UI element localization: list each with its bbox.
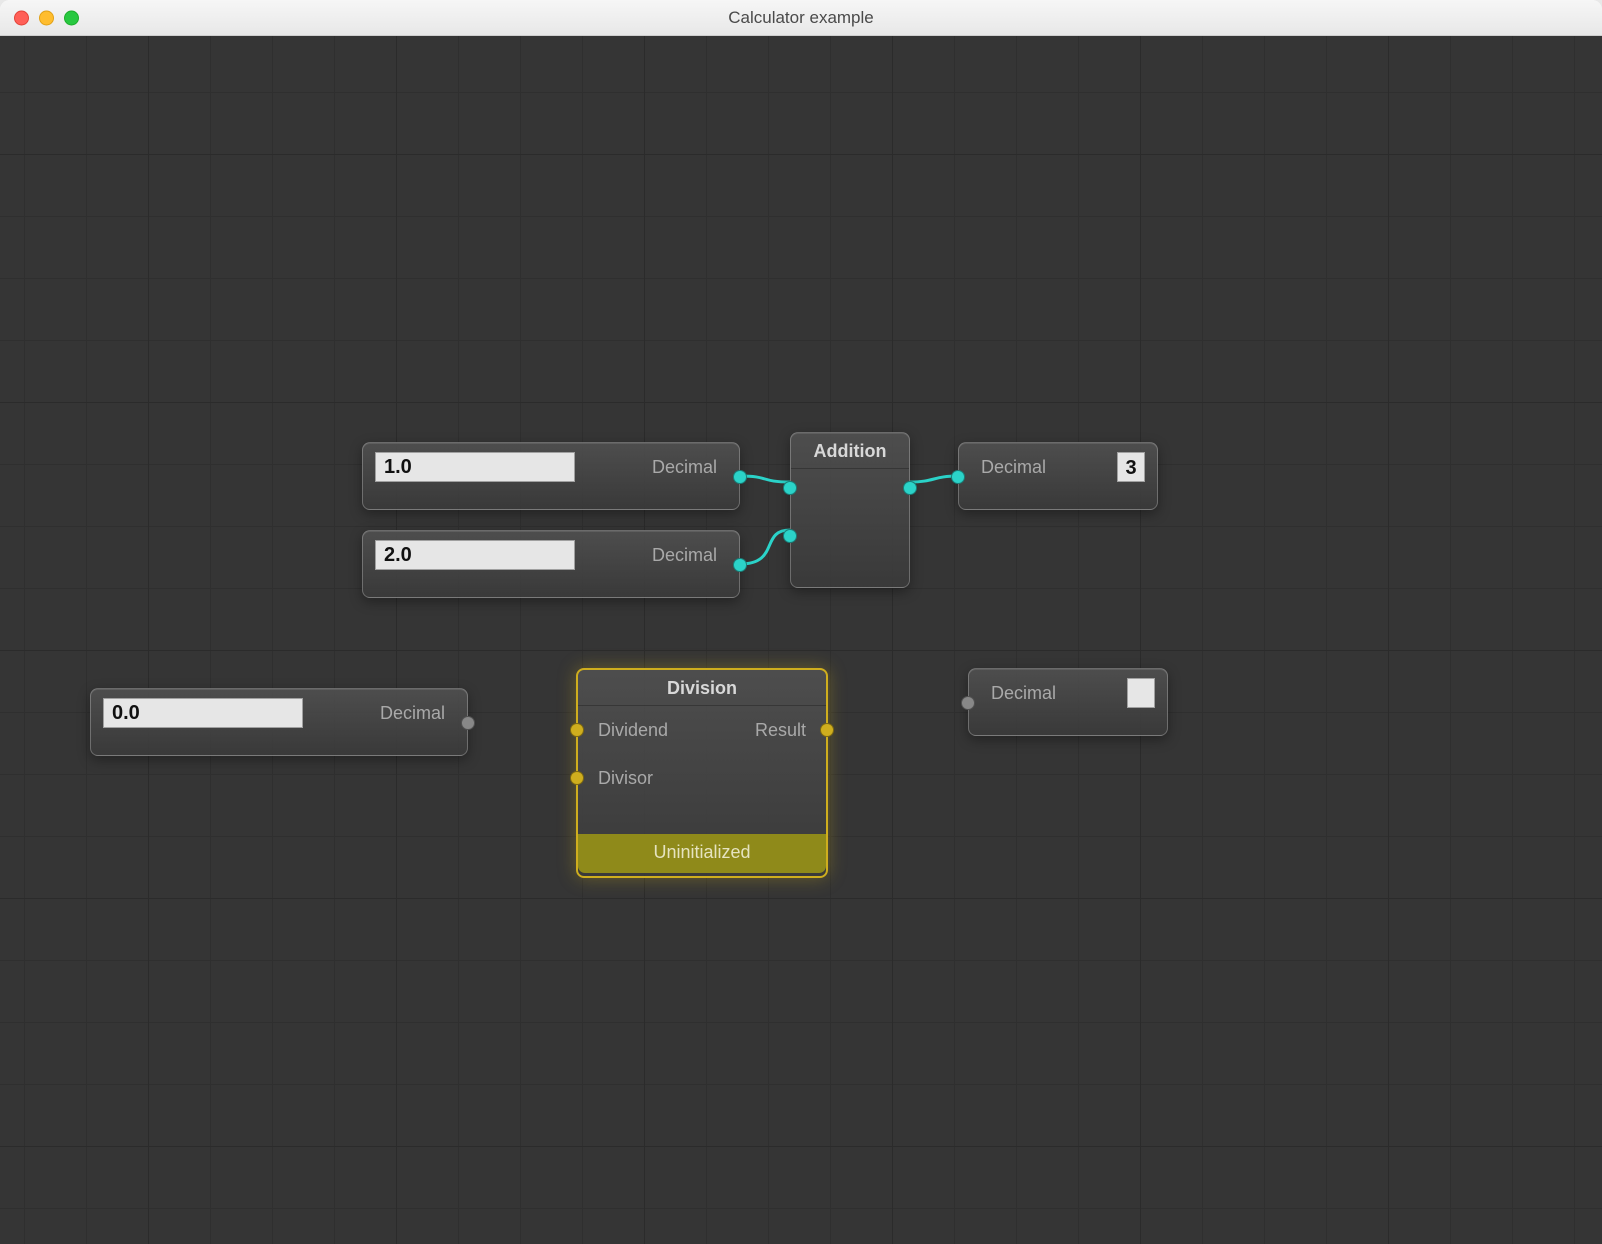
decimal-output-2-value xyxy=(1127,678,1155,708)
decimal-input-1-field[interactable] xyxy=(375,452,575,482)
input-port-label: Decimal xyxy=(981,457,1046,478)
output-port[interactable] xyxy=(733,558,747,572)
app-window: Calculator example Decimal Decima xyxy=(0,0,1602,1244)
input-port-label: Decimal xyxy=(991,683,1056,704)
input-port[interactable] xyxy=(951,470,965,484)
output-port-result[interactable] xyxy=(820,723,834,737)
close-icon[interactable] xyxy=(14,10,29,25)
node-decimal-output-2[interactable]: Decimal xyxy=(968,668,1168,736)
node-title: Division xyxy=(578,670,826,706)
node-decimal-output-1[interactable]: Decimal 3 xyxy=(958,442,1158,510)
divisor-label: Divisor xyxy=(598,768,653,789)
node-division[interactable]: Division Dividend Result Divisor Uniniti… xyxy=(576,668,828,878)
output-port[interactable] xyxy=(733,470,747,484)
node-title: Addition xyxy=(791,433,909,469)
titlebar[interactable]: Calculator example xyxy=(0,0,1602,36)
node-addition[interactable]: Addition xyxy=(790,432,910,588)
input-port-a[interactable] xyxy=(783,481,797,495)
node-decimal-input-2[interactable]: Decimal xyxy=(362,530,740,598)
output-port-label: Decimal xyxy=(652,545,717,566)
decimal-output-1-value: 3 xyxy=(1117,452,1145,482)
minimize-icon[interactable] xyxy=(39,10,54,25)
input-port[interactable] xyxy=(961,696,975,710)
dividend-label: Dividend xyxy=(598,720,668,741)
output-port[interactable] xyxy=(903,481,917,495)
zoom-icon[interactable] xyxy=(64,10,79,25)
connection-wires xyxy=(0,36,1602,1244)
node-status: Uninitialized xyxy=(578,834,826,873)
window-controls xyxy=(14,10,79,25)
decimal-input-3-field[interactable] xyxy=(103,698,303,728)
output-port-label: Decimal xyxy=(652,457,717,478)
node-canvas[interactable]: Decimal Decimal Addition xyxy=(0,36,1602,1244)
input-port-b[interactable] xyxy=(783,529,797,543)
window-title: Calculator example xyxy=(728,8,874,28)
input-port-divisor[interactable] xyxy=(570,771,584,785)
output-port-label: Decimal xyxy=(380,703,445,724)
node-decimal-input-3[interactable]: Decimal xyxy=(90,688,468,756)
decimal-input-2-field[interactable] xyxy=(375,540,575,570)
node-decimal-input-1[interactable]: Decimal xyxy=(362,442,740,510)
output-port[interactable] xyxy=(461,716,475,730)
input-port-dividend[interactable] xyxy=(570,723,584,737)
result-label: Result xyxy=(755,720,806,741)
